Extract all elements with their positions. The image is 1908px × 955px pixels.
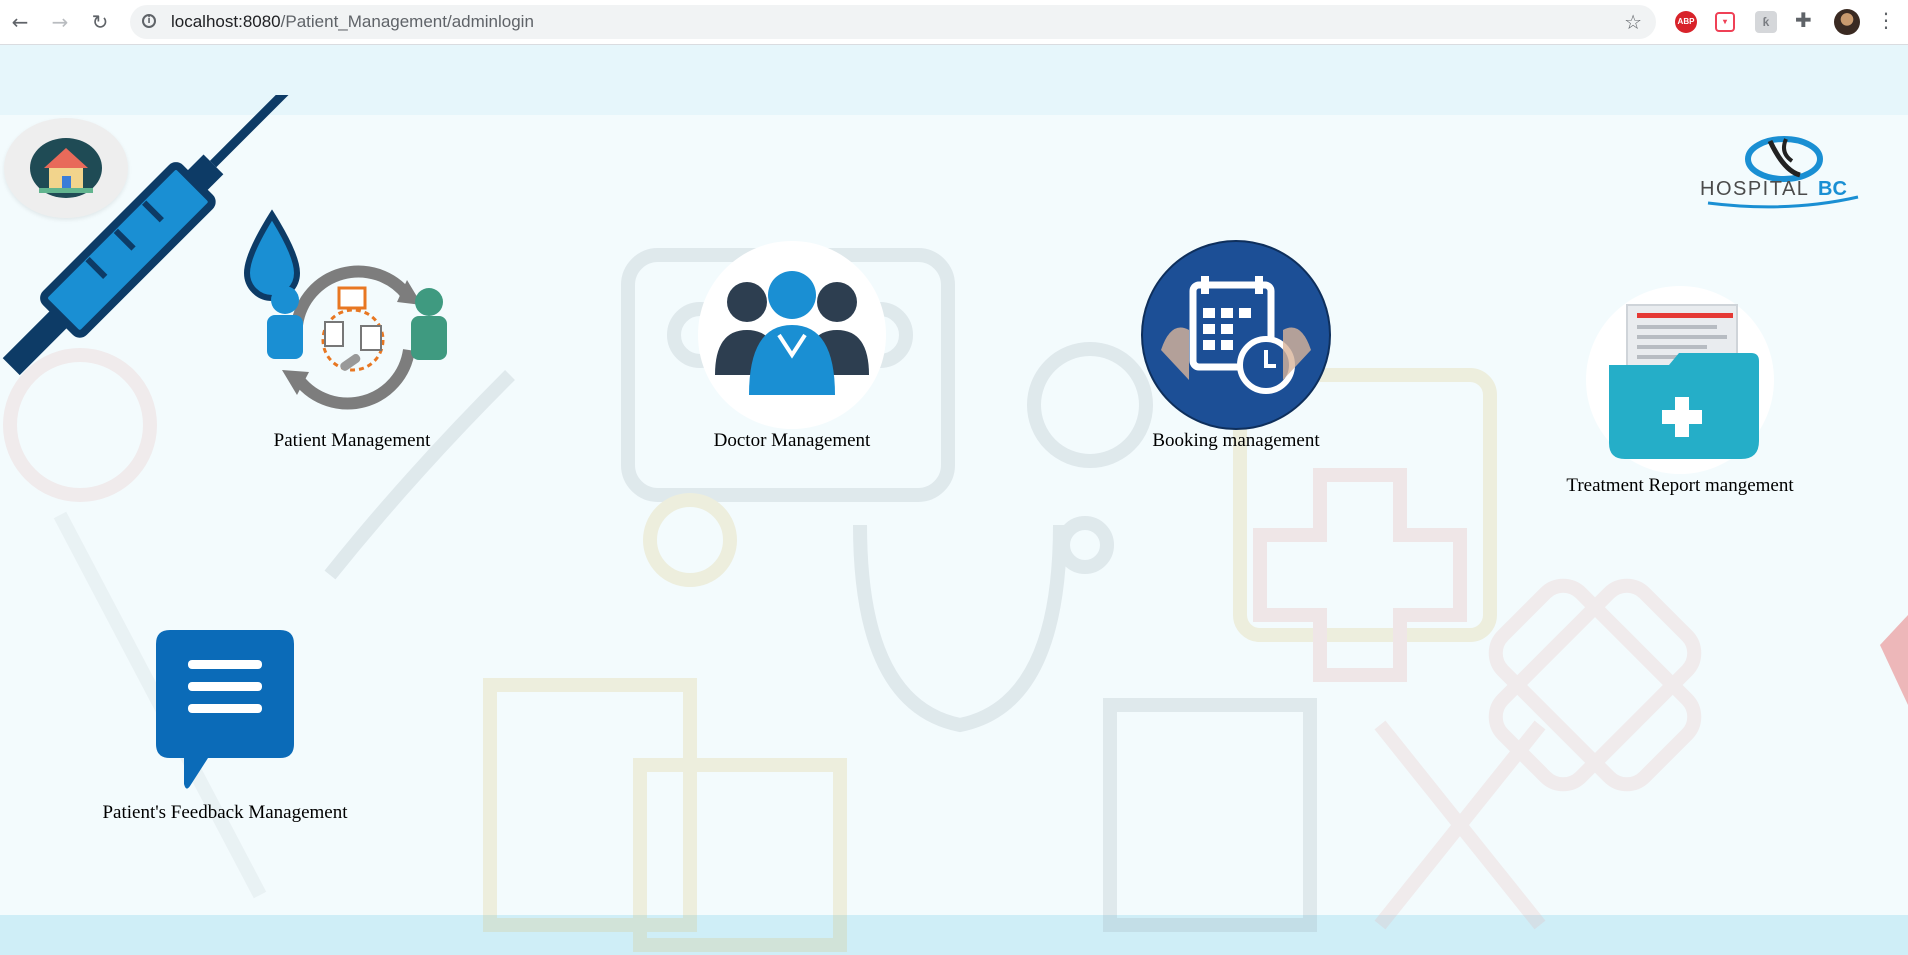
adblock-extension-icon[interactable]: ABP	[1675, 11, 1697, 33]
house-icon	[30, 138, 102, 198]
home-button[interactable]	[4, 118, 128, 218]
treatment-report-management-tile[interactable]: Treatment Report mangement	[1560, 285, 1800, 497]
doctors-icon	[698, 241, 886, 429]
url-path: /Patient_Management/adminlogin	[280, 12, 534, 31]
patient-cycle-icon	[267, 265, 447, 410]
tile-label: Doctor Management	[713, 430, 871, 451]
logo-text: HOSPITAL	[1700, 178, 1809, 200]
tile-label: Booking management	[1152, 430, 1320, 451]
patient-management-tile[interactable]: Patient Management	[252, 240, 452, 452]
pocket-extension-icon[interactable]: ▾	[1715, 12, 1735, 32]
back-arrow-icon[interactable]: ←	[8, 10, 32, 34]
medical-folder-icon	[1586, 286, 1774, 474]
calendar-clock-icon	[1141, 240, 1331, 430]
kebab-menu-icon[interactable]: ⋮	[1876, 8, 1896, 32]
puzzle-icon[interactable]: ✚	[1795, 8, 1812, 32]
browser-toolbar: ← → ↻ i localhost:8080/Patient_Managemen…	[0, 0, 1908, 45]
extension-icon[interactable]: ƙ	[1755, 11, 1777, 33]
url-text[interactable]: localhost:8080/Patient_Management/adminl…	[171, 12, 534, 32]
tile-label: Treatment Report mangement	[1566, 475, 1794, 496]
admin-dashboard: HOSPITAL BC Patient Management Doctor Ma…	[0, 45, 1908, 955]
url-host: localhost:8080	[171, 12, 281, 31]
forward-arrow-icon[interactable]: →	[48, 10, 72, 34]
tile-label: Patient Management	[273, 430, 431, 451]
bookmark-star-icon[interactable]: ☆	[1624, 10, 1642, 34]
booking-management-tile[interactable]: Booking management	[1136, 240, 1336, 452]
profile-avatar[interactable]	[1834, 9, 1860, 35]
info-icon[interactable]: i	[142, 14, 156, 28]
patients-feedback-management-tile[interactable]: Patient's Feedback Management	[90, 620, 360, 824]
address-bar[interactable]: i localhost:8080/Patient_Management/admi…	[130, 5, 1656, 39]
reload-icon[interactable]: ↻	[88, 10, 112, 34]
hospital-bc-logo: HOSPITAL BC	[1700, 136, 1859, 209]
doctor-management-tile[interactable]: Doctor Management	[692, 240, 892, 452]
feedback-chat-icon	[156, 630, 294, 789]
logo-accent-text: BC	[1818, 178, 1847, 200]
tile-label: Patient's Feedback Management	[102, 802, 348, 823]
